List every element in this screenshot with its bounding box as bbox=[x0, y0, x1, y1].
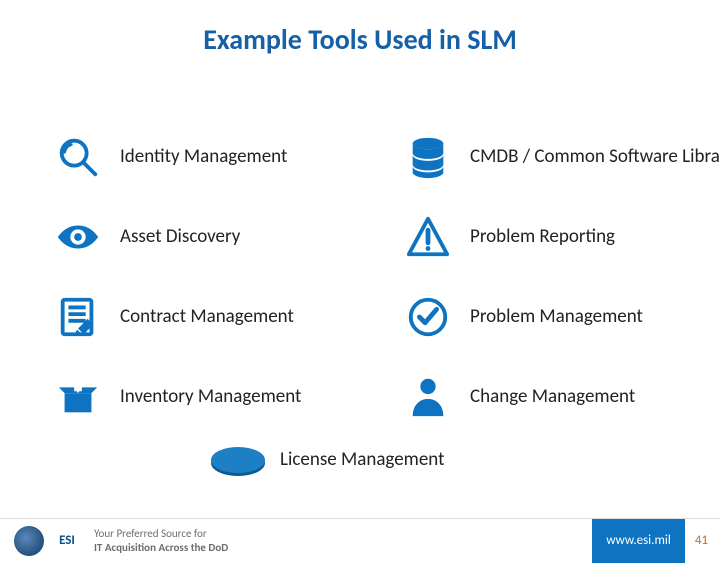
item-label: Problem Management bbox=[470, 306, 643, 328]
footer-tagline: Your Preferred Source for IT Acquisition… bbox=[94, 527, 228, 553]
dod-seal-icon bbox=[14, 526, 44, 556]
eye-icon bbox=[50, 209, 106, 265]
item-label: CMDB / Common Software Library bbox=[470, 146, 720, 168]
item-label: License Management bbox=[280, 449, 444, 471]
right-column: CMDB / Common Software Library Problem R… bbox=[400, 117, 720, 437]
item-inventory-management: Inventory Management bbox=[50, 357, 390, 437]
contract-icon bbox=[50, 289, 106, 345]
slide-title: Example Tools Used in SLM bbox=[0, 22, 720, 57]
box-open-icon bbox=[50, 369, 106, 425]
item-label: Change Management bbox=[470, 386, 635, 408]
footer: ESI Your Preferred Source for IT Acquisi… bbox=[0, 518, 720, 562]
esi-logo-icon: ESI bbox=[52, 526, 82, 556]
check-circle-icon bbox=[400, 289, 456, 345]
item-label: Contract Management bbox=[120, 306, 294, 328]
item-contract-management: Contract Management bbox=[50, 277, 390, 357]
item-identity-management: Identity Management bbox=[50, 117, 390, 197]
page-number: 41 bbox=[695, 533, 708, 548]
footer-url: www.esi.mil bbox=[592, 519, 685, 563]
item-label: Identity Management bbox=[120, 146, 287, 168]
magnifier-icon bbox=[50, 129, 106, 185]
item-asset-discovery: Asset Discovery bbox=[50, 197, 390, 277]
person-icon bbox=[400, 369, 456, 425]
left-column: Identity Management Asset Discovery Cont… bbox=[50, 117, 390, 437]
warning-triangle-icon bbox=[400, 209, 456, 265]
item-license-management: License Management bbox=[210, 442, 444, 478]
item-cmdb-library: CMDB / Common Software Library bbox=[400, 117, 720, 197]
item-change-management: Change Management bbox=[400, 357, 720, 437]
item-problem-management: Problem Management bbox=[400, 277, 720, 357]
ellipse-icon bbox=[210, 442, 266, 478]
database-icon bbox=[400, 129, 456, 185]
item-problem-reporting: Problem Reporting bbox=[400, 197, 720, 277]
item-label: Asset Discovery bbox=[120, 226, 240, 248]
item-label: Problem Reporting bbox=[470, 226, 615, 248]
item-label: Inventory Management bbox=[120, 386, 301, 408]
